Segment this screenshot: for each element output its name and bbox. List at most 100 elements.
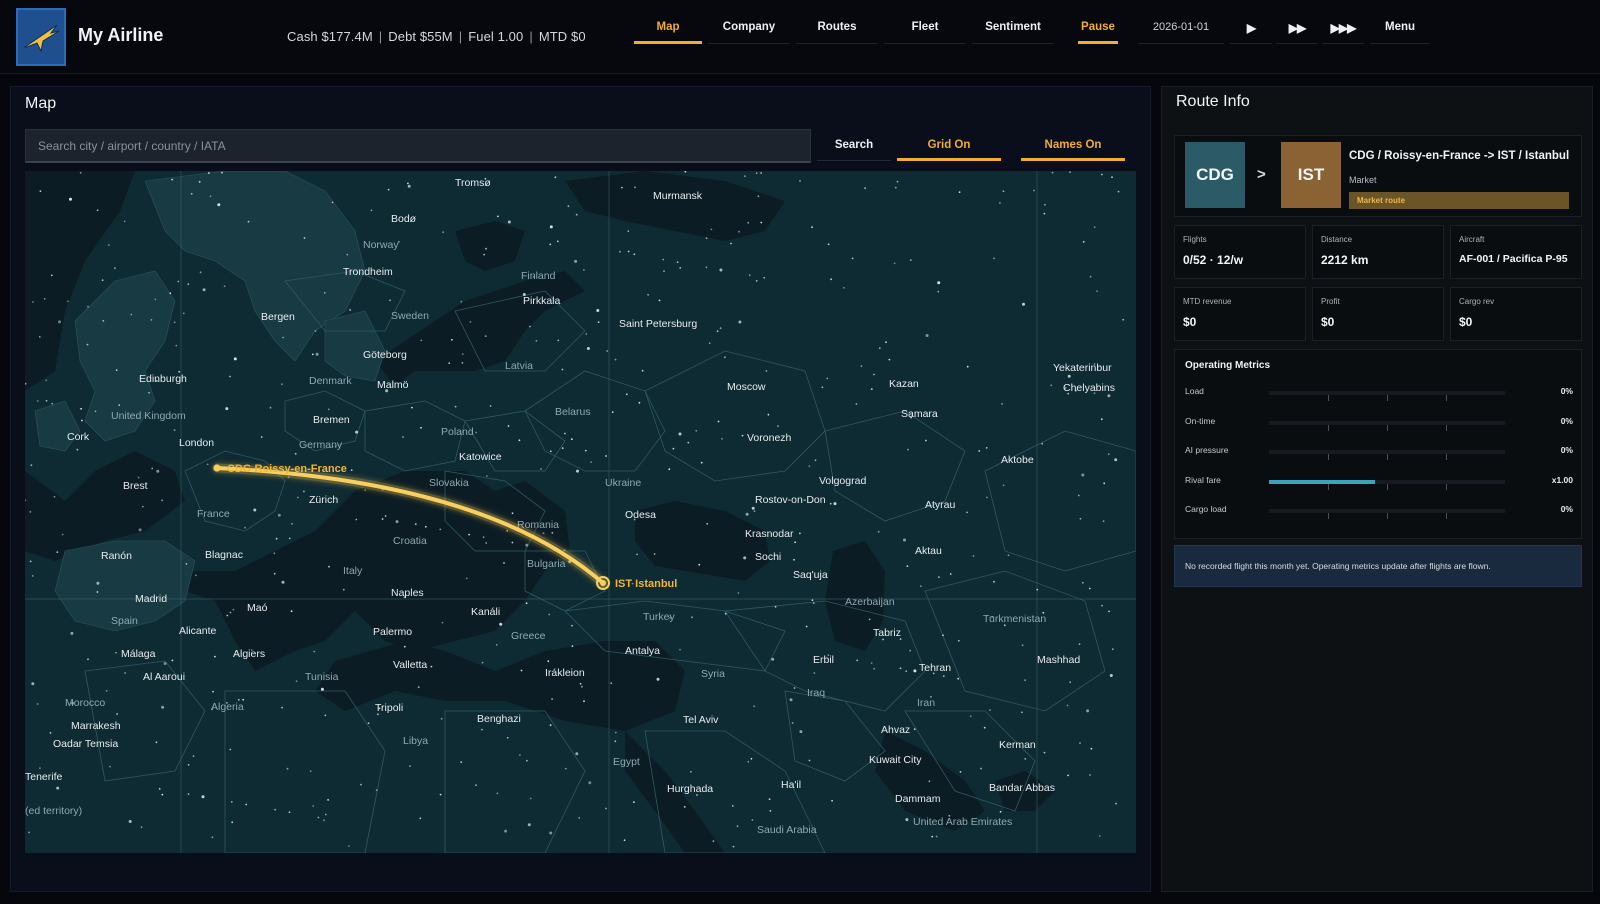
play-button[interactable]: ▶ bbox=[1230, 14, 1272, 44]
city-label[interactable]: Palermo bbox=[373, 626, 412, 638]
airport-dot bbox=[576, 469, 579, 473]
city-label[interactable]: Bergen bbox=[261, 311, 295, 323]
city-label[interactable]: Bremen bbox=[313, 414, 350, 426]
map-search-input[interactable] bbox=[26, 130, 810, 161]
city-label[interactable]: Alicante bbox=[179, 625, 217, 637]
origin-airport-marker[interactable] bbox=[213, 464, 221, 472]
city-label[interactable]: Kerman bbox=[999, 739, 1036, 751]
fast-forward-button[interactable]: ▶▶ bbox=[1276, 14, 1318, 44]
city-label[interactable]: Göteborg bbox=[363, 349, 407, 361]
world-map[interactable]: Norway Finland Sweden Denmark Latvia United K… bbox=[25, 171, 1136, 853]
city-label[interactable]: Tromsø bbox=[455, 177, 491, 189]
city-label[interactable]: Málaga bbox=[121, 648, 156, 660]
metric-bar bbox=[1269, 391, 1505, 401]
airport-dot bbox=[39, 767, 41, 769]
city-label[interactable]: Tabriz bbox=[873, 627, 901, 639]
city-label[interactable]: Naples bbox=[391, 587, 424, 599]
city-label[interactable]: Chelyabins bbox=[1063, 382, 1115, 394]
tab-routes[interactable]: Routes bbox=[796, 14, 878, 44]
airport-dot bbox=[247, 220, 250, 223]
city-label[interactable]: Zürich bbox=[309, 494, 338, 506]
city-label[interactable]: Samara bbox=[901, 408, 938, 420]
city-label[interactable]: Cork bbox=[67, 431, 90, 443]
city-label[interactable]: Ranón bbox=[101, 550, 132, 562]
metric-row: Rival fare x1.00 bbox=[1175, 475, 1583, 490]
city-label[interactable]: Ha'il bbox=[781, 779, 801, 791]
city-label[interactable]: Krasnodar bbox=[745, 528, 794, 540]
menu-button[interactable]: Menu bbox=[1370, 14, 1430, 44]
city-label[interactable]: Kazan bbox=[889, 378, 919, 390]
route-name: CDG / Roissy-en-France -> IST / Istanbul bbox=[1349, 150, 1570, 162]
city-label[interactable]: Algiers bbox=[233, 648, 265, 660]
city-label[interactable]: Sochi bbox=[755, 551, 781, 563]
city-label[interactable]: Trondheim bbox=[343, 266, 393, 278]
tab-fleet[interactable]: Fleet bbox=[884, 14, 966, 44]
city-label[interactable]: Dammam bbox=[895, 793, 941, 805]
city-label[interactable]: Brest bbox=[123, 480, 148, 492]
city-label[interactable]: Ahvaz bbox=[881, 724, 910, 736]
fuel-stat: Fuel 1.00 bbox=[468, 29, 524, 44]
tab-map[interactable]: Map bbox=[634, 14, 702, 44]
city-label[interactable]: Kanáli bbox=[471, 606, 500, 618]
city-label[interactable]: Oadar Temsia bbox=[53, 738, 118, 750]
country-label: Spain bbox=[111, 615, 138, 627]
airport-dot bbox=[288, 537, 291, 540]
tab-company[interactable]: Company bbox=[708, 14, 790, 44]
airport-dot bbox=[403, 645, 406, 648]
top-bar: My Airline Cash $177.4M | Debt $55M | Fuel 1… bbox=[0, 0, 1600, 74]
city-label[interactable]: Madrid bbox=[135, 593, 167, 605]
city-label[interactable]: Moscow bbox=[727, 381, 766, 393]
city-label[interactable]: Erbil bbox=[813, 654, 834, 666]
city-label[interactable]: Pirkkala bbox=[523, 295, 561, 307]
city-label[interactable]: Edinburgh bbox=[139, 373, 187, 385]
city-label[interactable]: Tenerife bbox=[25, 771, 63, 783]
city-label[interactable]: Kuwait City bbox=[869, 754, 922, 766]
city-label[interactable]: Valletta bbox=[393, 659, 427, 671]
city-label[interactable]: Saint Petersburg bbox=[619, 318, 697, 330]
city-label[interactable]: Rostov-on-Don bbox=[755, 494, 826, 506]
pause-button[interactable]: Pause bbox=[1078, 14, 1118, 44]
airport-dot bbox=[187, 793, 190, 795]
city-label[interactable]: Volgograd bbox=[819, 475, 866, 487]
airport-dot bbox=[949, 573, 952, 575]
city-label[interactable]: Voronezh bbox=[747, 432, 792, 444]
city-label[interactable]: Tripoli bbox=[375, 702, 403, 714]
city-label[interactable]: Mashhad bbox=[1037, 654, 1080, 666]
airport-dot bbox=[614, 740, 617, 743]
city-label[interactable]: Malmö bbox=[377, 379, 409, 391]
airport-dot bbox=[202, 288, 206, 292]
city-label[interactable]: Atyrau bbox=[925, 499, 956, 511]
airport-dot bbox=[173, 321, 176, 324]
grid-toggle-button[interactable]: Grid On bbox=[897, 131, 1001, 161]
airport-dot bbox=[757, 195, 760, 198]
city-label[interactable]: Irákleion bbox=[545, 667, 585, 679]
city-label[interactable]: Benghazi bbox=[477, 713, 521, 725]
city-label[interactable]: Maó bbox=[247, 602, 268, 614]
fastest-button[interactable]: ▶▶▶ bbox=[1322, 14, 1364, 44]
city-label[interactable]: Odesa bbox=[625, 509, 656, 521]
search-button[interactable]: Search bbox=[817, 131, 891, 161]
names-toggle-button[interactable]: Names On bbox=[1021, 131, 1125, 161]
city-label[interactable]: Antalya bbox=[625, 645, 660, 657]
airport-dot bbox=[214, 655, 216, 658]
city-label[interactable]: Aktobe bbox=[1001, 454, 1034, 466]
tab-sentiment[interactable]: Sentiment bbox=[972, 14, 1054, 44]
city-label[interactable]: Tel Aviv bbox=[683, 714, 719, 726]
city-label[interactable]: Saq'uja bbox=[793, 569, 828, 581]
city-label[interactable]: Hurghada bbox=[667, 783, 713, 795]
city-label[interactable]: Tehran bbox=[919, 662, 951, 674]
airport-dot bbox=[590, 461, 592, 463]
city-label[interactable]: London bbox=[179, 437, 214, 449]
game-date: 2026-01-01 bbox=[1138, 14, 1224, 44]
city-label[interactable]: Aktau bbox=[915, 545, 942, 557]
city-label[interactable]: Bandar Abbas bbox=[989, 782, 1055, 794]
city-label[interactable]: Bodø bbox=[391, 213, 417, 225]
city-label[interactable]: Marrakesh bbox=[71, 720, 121, 732]
city-label[interactable]: Blagnac bbox=[205, 549, 243, 561]
map-canvas[interactable]: Norway Finland Sweden Denmark Latvia United K… bbox=[25, 171, 1136, 853]
city-label[interactable]: Yekaterinbur bbox=[1053, 362, 1112, 374]
city-label[interactable]: Katowice bbox=[459, 451, 502, 463]
city-label[interactable]: Al Aaroui bbox=[143, 671, 185, 683]
city-label[interactable]: Murmansk bbox=[653, 190, 703, 202]
airport-dot bbox=[753, 510, 756, 512]
